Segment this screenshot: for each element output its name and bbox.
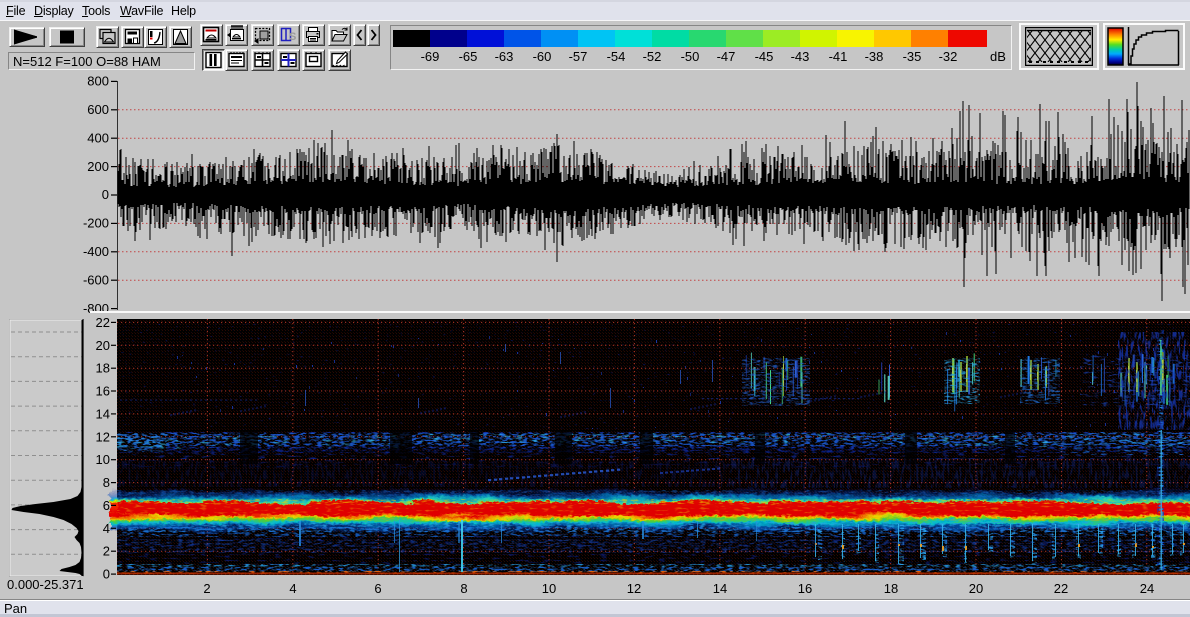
svg-text:6: 6 bbox=[103, 498, 110, 513]
svg-text:2: 2 bbox=[103, 544, 110, 559]
svg-text:-200: -200 bbox=[83, 216, 109, 231]
svg-text:14: 14 bbox=[96, 406, 110, 421]
svg-text:18: 18 bbox=[96, 361, 110, 376]
svg-text:14: 14 bbox=[713, 581, 727, 596]
svg-text:0: 0 bbox=[102, 187, 109, 202]
svg-text:S: S bbox=[289, 31, 296, 43]
svg-text:200: 200 bbox=[87, 159, 109, 174]
svg-text:2: 2 bbox=[203, 581, 210, 596]
svg-text:20: 20 bbox=[969, 581, 983, 596]
svg-text:18: 18 bbox=[884, 581, 898, 596]
svg-text:8: 8 bbox=[460, 581, 467, 596]
svg-text:4: 4 bbox=[289, 581, 296, 596]
svg-text:6: 6 bbox=[374, 581, 381, 596]
svg-text:22: 22 bbox=[96, 315, 110, 330]
svg-text:0.000-25.371: 0.000-25.371 bbox=[7, 577, 84, 592]
svg-text:4: 4 bbox=[103, 521, 110, 536]
svg-text:12: 12 bbox=[627, 581, 641, 596]
svg-text:0: 0 bbox=[103, 567, 110, 582]
svg-text:10: 10 bbox=[542, 581, 556, 596]
svg-text:16: 16 bbox=[798, 581, 812, 596]
svg-text:24: 24 bbox=[1140, 581, 1154, 596]
svg-text:800: 800 bbox=[87, 74, 109, 89]
svg-text:22: 22 bbox=[1054, 581, 1068, 596]
svg-text:16: 16 bbox=[96, 384, 110, 399]
svg-text:600: 600 bbox=[87, 102, 109, 117]
svg-text:8: 8 bbox=[103, 475, 110, 490]
svg-text:400: 400 bbox=[87, 130, 109, 145]
svg-text:-400: -400 bbox=[83, 244, 109, 259]
svg-text:-600: -600 bbox=[83, 272, 109, 287]
svg-text:12: 12 bbox=[96, 429, 110, 444]
svg-text:20: 20 bbox=[96, 338, 110, 353]
svg-text:10: 10 bbox=[96, 452, 110, 467]
